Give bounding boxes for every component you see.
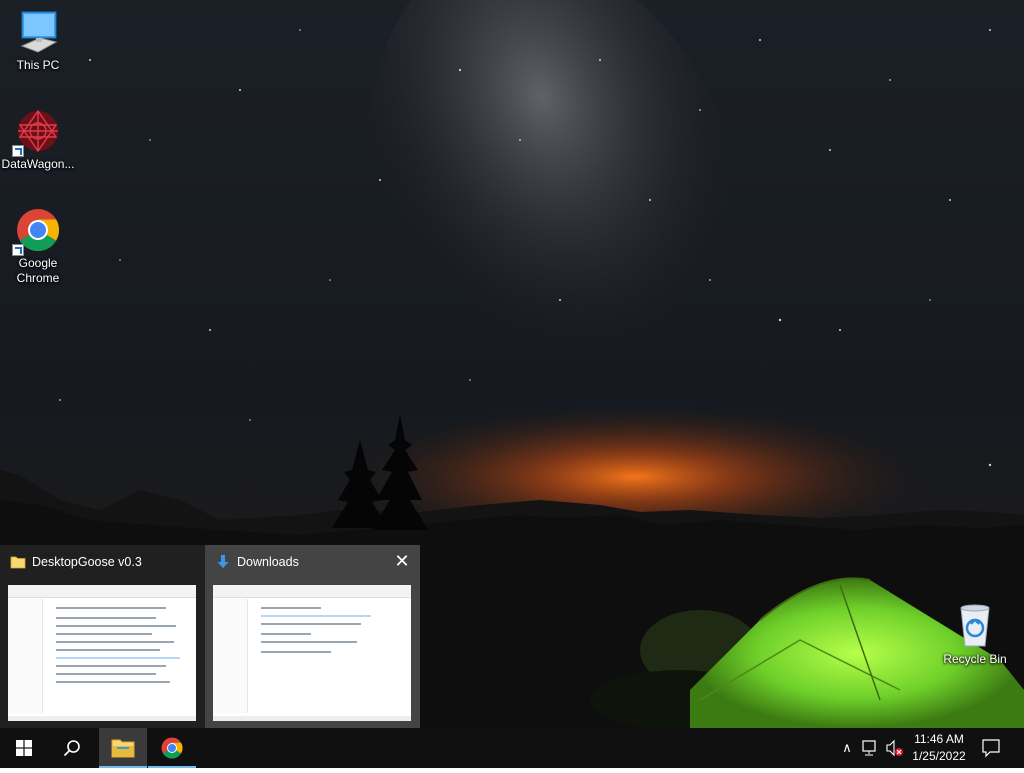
taskbar-thumbnail-previews: DesktopGoose v0.3 Downloads ✕ (0, 545, 420, 728)
folder-icon (111, 738, 135, 763)
shortcut-arrow-icon (12, 145, 24, 157)
desktop-icon-label: Google Chrome (16, 256, 60, 285)
windows-logo-icon (16, 740, 32, 761)
chrome-icon (160, 736, 184, 765)
network-icon[interactable] (861, 728, 881, 768)
volume-muted-icon[interactable] (884, 728, 906, 768)
desktop-icon-label: Recycle Bin (943, 652, 1007, 666)
show-hidden-icons-chevron[interactable]: ∧ (838, 728, 856, 768)
preview-title: DesktopGoose v0.3 (32, 555, 142, 569)
close-icon[interactable]: ✕ (392, 551, 412, 571)
desktop-icon-google-chrome[interactable]: Google Chrome (0, 206, 76, 286)
folder-icon (10, 554, 26, 570)
window-thumbnail-image (8, 585, 196, 721)
desktop-icon-recycle-bin[interactable]: Recycle Bin (937, 602, 1013, 667)
preview-desktopgoose[interactable]: DesktopGoose v0.3 (0, 545, 210, 728)
chrome-taskbar-button[interactable] (148, 728, 196, 768)
monitor-icon (14, 8, 62, 56)
file-explorer-taskbar-button[interactable] (99, 728, 147, 768)
desktop-icon-this-pc[interactable]: This PC (0, 8, 76, 73)
desktop-icon-datawagon[interactable]: DataWagon... (0, 107, 76, 172)
search-button[interactable] (48, 728, 96, 768)
taskbar: ∧ 11:46 AM 1/25/2022 (0, 728, 1024, 768)
clock-date: 1/25/2022 (912, 749, 966, 763)
datawagon-icon (12, 107, 62, 157)
chrome-icon (12, 206, 62, 256)
preview-title: Downloads (237, 555, 299, 569)
search-icon (63, 739, 81, 762)
download-arrow-icon (215, 554, 231, 570)
preview-downloads[interactable]: Downloads ✕ (205, 545, 420, 728)
desktop-icon-label: DataWagon... (1, 157, 75, 171)
clock-time: 11:46 AM (914, 732, 964, 746)
start-button[interactable] (0, 728, 48, 768)
notification-icon[interactable] (980, 728, 1004, 768)
shortcut-arrow-icon (12, 244, 24, 256)
taskbar-clock[interactable]: 11:46 AM 1/25/2022 (904, 731, 974, 765)
desktop-icon-label: This PC (16, 58, 60, 72)
window-thumbnail-image (213, 585, 411, 721)
recycle-bin-icon (951, 602, 999, 650)
